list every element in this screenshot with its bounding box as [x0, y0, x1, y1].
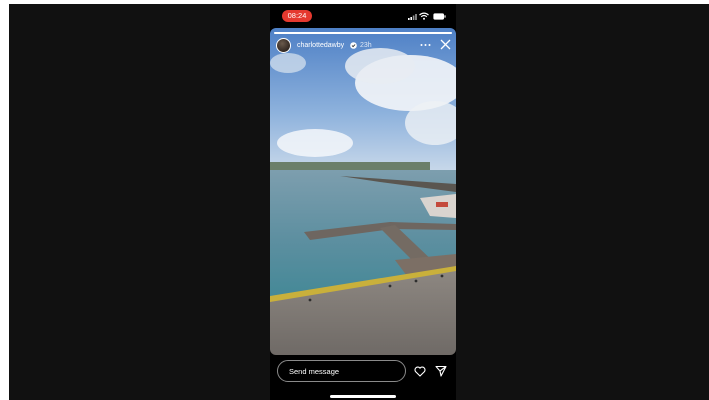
avatar[interactable]: [276, 38, 291, 53]
story-image[interactable]: [270, 28, 456, 355]
wifi-icon: [419, 12, 429, 20]
status-bar: 08:24: [270, 4, 456, 28]
close-icon[interactable]: [440, 39, 451, 50]
story-progress-bar: [274, 32, 452, 34]
status-time: 08:24: [282, 10, 312, 22]
heart-icon[interactable]: [414, 366, 426, 377]
story-username[interactable]: charlottedawby: [297, 42, 344, 49]
send-message-input[interactable]: [277, 360, 406, 382]
phone-screen: 08:24 charlottedawby 23h Send message: [270, 4, 456, 400]
battery-icon: [433, 13, 446, 20]
verified-icon: [350, 42, 357, 49]
story-timestamp: 23h: [360, 42, 372, 49]
story-header: charlottedawby 23h: [270, 38, 456, 60]
story-progress-fill: [274, 32, 452, 34]
signal-icon: [408, 14, 417, 20]
share-icon[interactable]: [435, 365, 447, 377]
more-icon[interactable]: [420, 42, 431, 48]
home-indicator[interactable]: [330, 395, 396, 398]
